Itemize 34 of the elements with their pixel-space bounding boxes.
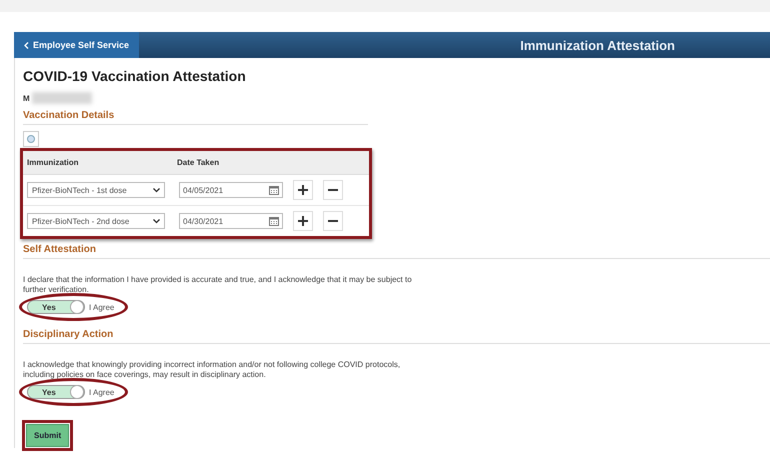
- date-field[interactable]: 04/30/2021: [179, 213, 283, 229]
- plus-icon: [298, 216, 308, 226]
- delete-row-button[interactable]: [323, 211, 343, 231]
- column-header: Immunization: [27, 158, 80, 167]
- minus-icon: [328, 220, 338, 222]
- statement-text: I acknowledge that knowingly providing incorrect information and/or not following college COVID protocols, including policies on face coverings, may result in disciplinary action.: [23, 360, 402, 380]
- section-heading: Self Attestation: [23, 244, 770, 259]
- toggle-label: I Agree: [89, 302, 114, 312]
- agree-toggle[interactable]: Yes: [27, 300, 85, 314]
- calendar-icon[interactable]: [269, 216, 279, 226]
- employee-name: M: [23, 94, 30, 102]
- chevron-down-icon: [153, 218, 160, 224]
- agree-toggle[interactable]: Yes: [27, 385, 85, 400]
- submit-button[interactable]: Submit: [26, 424, 70, 448]
- date-field[interactable]: 04/05/2021: [179, 182, 283, 198]
- page-title: COVID-19 Vaccination Attestation: [23, 68, 247, 84]
- column-header: Date Taken: [177, 158, 220, 167]
- add-row-button[interactable]: [293, 180, 313, 200]
- toggle-label: I Agree: [89, 388, 114, 397]
- chevron-down-icon: [153, 188, 160, 192]
- calendar-icon[interactable]: [269, 185, 279, 195]
- back-button[interactable]: Employee Self Service: [14, 32, 140, 58]
- section-heading: Vaccination Details: [23, 110, 368, 125]
- plus-icon: [298, 185, 308, 195]
- chevron-left-icon: [24, 42, 29, 48]
- redaction-blur: [32, 92, 92, 104]
- immunization-dropdown[interactable]: Pfizer-BioNTech - 1st dose: [27, 182, 165, 198]
- add-row-button[interactable]: [293, 211, 313, 231]
- delete-row-button[interactable]: [323, 180, 343, 200]
- page-header-title: Immunization Attestation: [520, 38, 675, 52]
- section-heading: Disciplinary Action: [23, 329, 770, 344]
- minus-icon: [328, 189, 338, 191]
- statement-text: I declare that the information I have provided is accurate and true, and I acknowledge that it may be subject to further verification.: [23, 275, 413, 294]
- immunization-dropdown[interactable]: Pfizer-BioNTech - 2nd dose: [27, 213, 165, 229]
